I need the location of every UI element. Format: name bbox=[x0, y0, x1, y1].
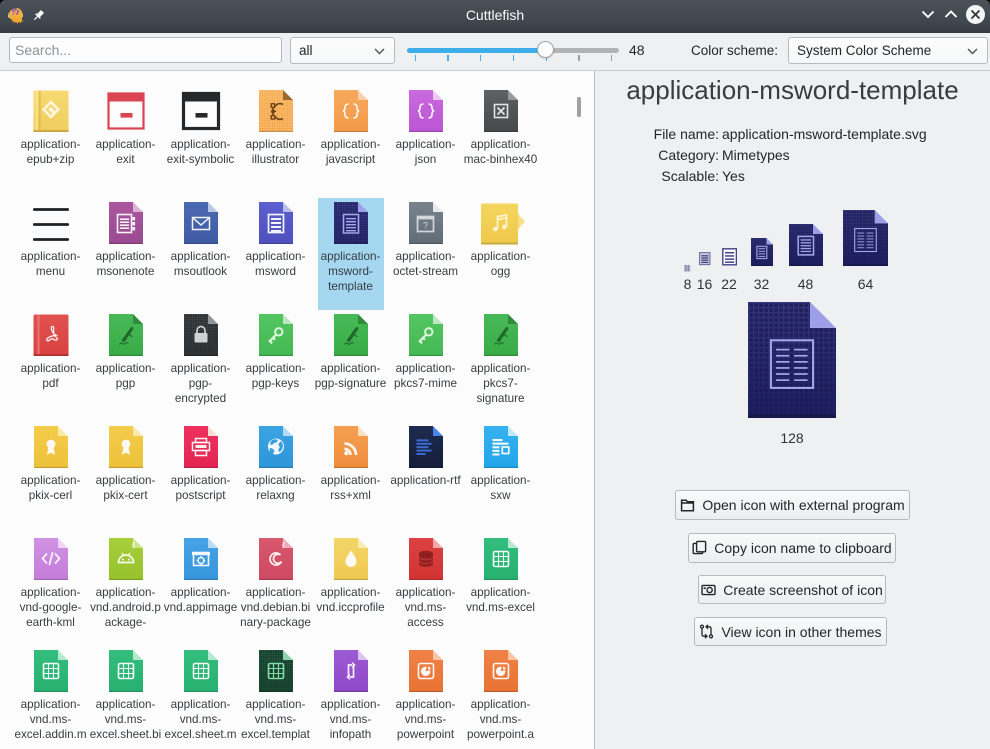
svg-text:?: ? bbox=[422, 221, 427, 231]
